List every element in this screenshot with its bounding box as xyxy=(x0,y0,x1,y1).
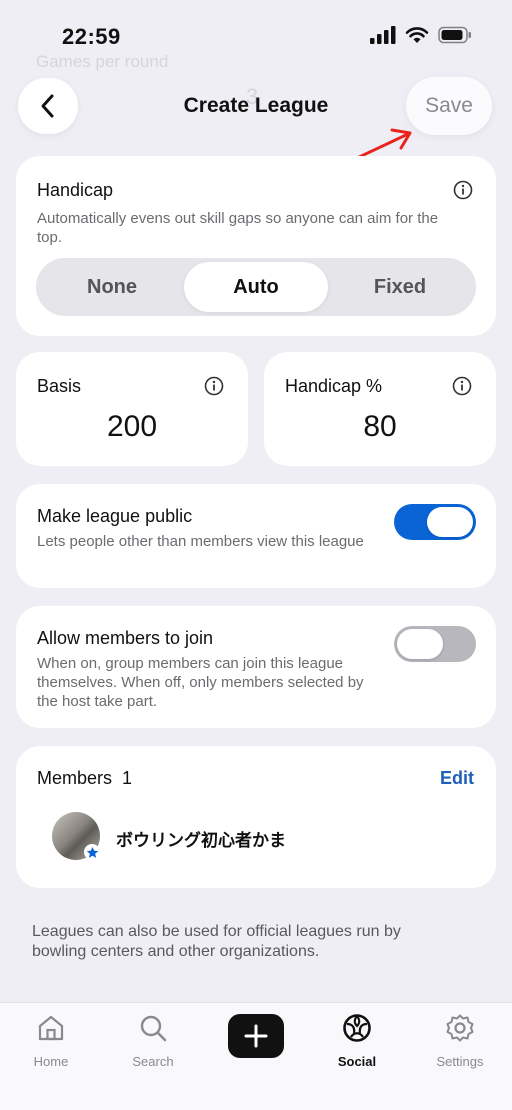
gear-icon xyxy=(446,1014,474,1042)
tab-social[interactable]: Social xyxy=(317,1013,397,1069)
host-star-badge xyxy=(84,844,100,860)
status-bar: 22:59 Games per round 3 xyxy=(0,0,512,109)
member-name: ボウリング初心者かま xyxy=(116,831,286,850)
tab-social-label: Social xyxy=(337,1054,377,1069)
handicap-percent-card[interactable]: Handicap % 80 xyxy=(264,352,496,466)
wifi-icon xyxy=(405,27,429,43)
handicap-option-auto[interactable]: Auto xyxy=(184,262,328,312)
footer-note: Leagues can also be used for official le… xyxy=(32,923,401,960)
tab-search-label: Search xyxy=(132,1054,174,1069)
tab-home-label: Home xyxy=(33,1054,69,1069)
allow-join-toggle[interactable] xyxy=(394,626,476,662)
public-league-card: Make league public Lets people other tha… xyxy=(16,484,496,588)
header: Create League Save xyxy=(0,70,512,144)
handicap-card: Handicap Automatically evens out skill g… xyxy=(16,156,496,336)
home-icon xyxy=(38,1015,64,1041)
allow-join-card: Allow members to join When on, group mem… xyxy=(16,606,496,728)
tab-search[interactable]: Search xyxy=(113,1013,193,1069)
tab-bar: Home Search Social Settings xyxy=(0,1002,512,1110)
star-icon xyxy=(86,846,98,858)
handicap-title: Handicap xyxy=(37,180,114,200)
create-button[interactable] xyxy=(228,1014,284,1058)
info-icon[interactable] xyxy=(452,376,472,396)
search-icon xyxy=(140,1015,167,1042)
public-league-description: Lets people other than members view this… xyxy=(37,533,364,550)
handicap-percent-label: Handicap % xyxy=(285,376,383,396)
battery-icon xyxy=(438,26,471,44)
public-league-toggle[interactable] xyxy=(394,504,476,540)
allow-join-title: Allow members to join xyxy=(37,628,214,648)
info-icon[interactable] xyxy=(204,376,224,396)
members-title: Members xyxy=(37,768,113,788)
members-header: Members 1 xyxy=(37,768,132,789)
members-card: Members 1 Edit ボウリング初心者かま xyxy=(16,746,496,888)
background-ghost-label: Games per round xyxy=(36,52,169,71)
public-league-title: Make league public xyxy=(37,506,193,526)
basis-value[interactable]: 200 xyxy=(16,410,248,444)
tab-home[interactable]: Home xyxy=(11,1013,91,1069)
status-time: 22:59 xyxy=(62,24,121,49)
signal-icon xyxy=(370,26,396,44)
info-icon[interactable] xyxy=(453,180,473,200)
basis-label: Basis xyxy=(37,376,82,396)
status-icons xyxy=(370,26,472,44)
handicap-description: Automatically evens out skill gaps so an… xyxy=(37,210,439,246)
tab-settings[interactable]: Settings xyxy=(420,1013,500,1069)
handicap-option-fixed[interactable]: Fixed xyxy=(328,262,472,312)
plus-icon xyxy=(244,1024,268,1048)
edit-members-button[interactable]: Edit xyxy=(440,768,474,789)
save-button[interactable]: Save xyxy=(406,77,492,135)
handicap-option-none[interactable]: None xyxy=(40,262,184,312)
handicap-segmented-control: None Auto Fixed xyxy=(36,258,476,316)
allow-join-description: When on, group members can join this lea… xyxy=(37,655,364,710)
basis-card[interactable]: Basis 200 xyxy=(16,352,248,466)
tab-settings-label: Settings xyxy=(436,1054,484,1069)
members-count: 1 xyxy=(122,768,133,788)
social-icon xyxy=(343,1014,371,1042)
handicap-percent-value[interactable]: 80 xyxy=(264,410,496,444)
